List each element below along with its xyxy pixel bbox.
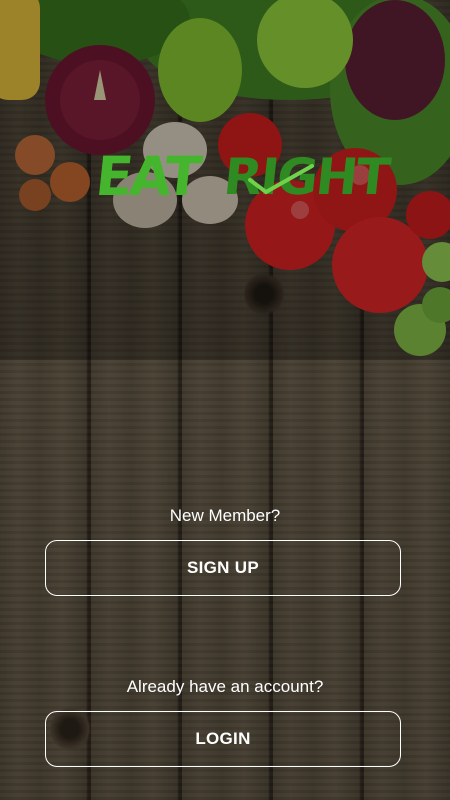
new-member-prompt: New Member? [169,506,281,525]
sign-up-button[interactable]: SIGN UP [45,540,401,596]
welcome-screen: EAT RIGHT New Member? SIGN UP Already ha… [0,0,450,800]
login-button[interactable]: LOGIN [45,711,401,767]
logo-eat: EAT [92,145,202,208]
existing-account-prompt: Already have an account? [126,677,324,696]
eatright-logo: EAT RIGHT [92,145,391,218]
checkmark-icon [248,164,314,195]
